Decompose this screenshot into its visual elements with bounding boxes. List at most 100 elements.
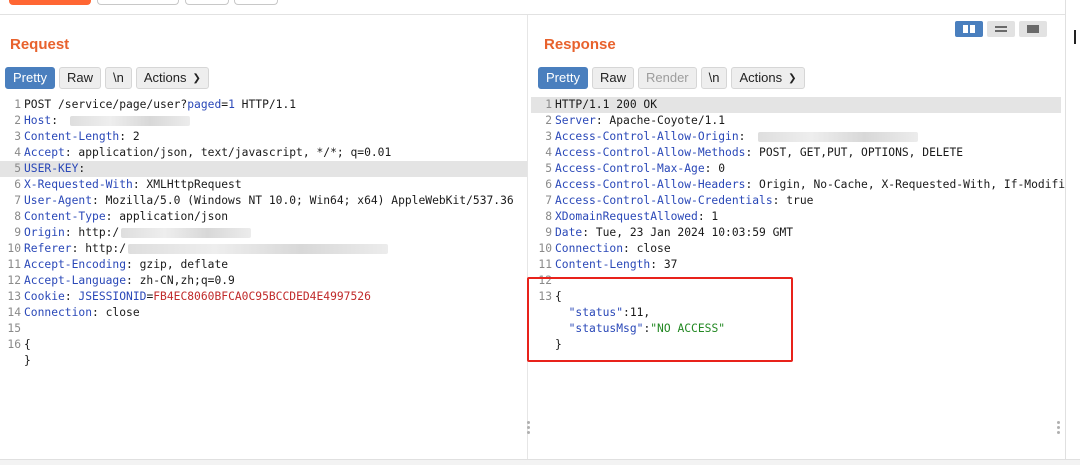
request-tab-raw[interactable]: Raw xyxy=(58,67,101,89)
field-value: : 37 xyxy=(650,258,678,271)
field-key: Host xyxy=(24,114,52,127)
horizontal-view-icon[interactable] xyxy=(987,21,1015,37)
line-number: 5 xyxy=(14,162,21,175)
field-value: : application/json, text/javascript, */*… xyxy=(64,146,392,159)
response-line: 9 Date: Tue, 23 Jan 2024 10:03:59 GMT xyxy=(531,225,1061,241)
field-value: : http:/ xyxy=(64,226,120,239)
line-number: 2 xyxy=(545,114,552,127)
request-editor[interactable]: 1 POST /service/page/user?paged=1 HTTP/1.… xyxy=(0,97,527,369)
line-number: 10 xyxy=(538,242,552,255)
field-value: : 1 xyxy=(697,210,719,223)
field-key: XDomainRequestAllowed xyxy=(555,210,698,223)
line-number: 4 xyxy=(14,146,21,159)
line-number: 1 xyxy=(545,98,552,111)
line-number: 8 xyxy=(545,210,552,223)
line-number: 6 xyxy=(545,178,552,191)
line-number: 6 xyxy=(14,178,21,191)
highlight-box xyxy=(527,277,793,362)
line-number: 11 xyxy=(538,258,552,271)
line-number: 5 xyxy=(545,162,552,175)
response-line: 1 HTTP/1.1 200 OK xyxy=(531,97,1061,113)
redacted-value xyxy=(69,116,190,126)
split-view-icon[interactable] xyxy=(955,21,983,37)
top-tab-strip xyxy=(0,0,1080,15)
field-key: JSESSIONID xyxy=(78,290,147,303)
redacted-value xyxy=(128,244,389,254)
response-title: Response xyxy=(544,36,616,53)
field-value: : zh-CN,zh;q=0.9 xyxy=(126,274,235,287)
field-key: Content-Length xyxy=(24,130,120,143)
request-line: } xyxy=(0,353,527,369)
request-line: 9 Origin: http:/ xyxy=(0,225,527,241)
response-tab-pretty[interactable]: Pretty xyxy=(538,67,588,89)
response-tab-raw[interactable]: Raw xyxy=(591,67,634,89)
request-line: 8 Content-Type: application/json xyxy=(0,209,527,225)
response-actions-dropdown[interactable]: Actions ❯ xyxy=(731,67,805,89)
request-actions-label: Actions xyxy=(143,70,187,85)
response-line: 2 Server: Apache-Coyote/1.1 xyxy=(531,113,1061,129)
field-value: : xyxy=(64,290,79,303)
request-line: 15 xyxy=(0,321,527,337)
request-tab-pretty[interactable]: Pretty xyxy=(5,67,55,89)
line-number: 9 xyxy=(14,226,21,239)
request-line: 16{ xyxy=(0,337,527,353)
line-number: 3 xyxy=(14,130,21,143)
field-key: Connection xyxy=(555,242,624,255)
response-splitter-handle[interactable] xyxy=(1057,421,1061,437)
line-number: 13 xyxy=(7,290,21,303)
request-line: 14 Connection: close xyxy=(0,305,527,321)
field-key: Referer xyxy=(24,242,72,255)
request-tab-newline[interactable]: \n xyxy=(104,67,132,89)
field-key: Access-Control-Max-Age xyxy=(555,162,705,175)
field-value: : 2 xyxy=(119,130,140,143)
field-key: User-Agent xyxy=(24,194,93,207)
field-value: HTTP/1.1 xyxy=(234,98,297,111)
nav-forward-button[interactable] xyxy=(234,0,278,5)
request-toolbar: Pretty Raw \n Actions ❯ xyxy=(5,67,209,89)
response-line: 4 Access-Control-Allow-Methods: POST, GET… xyxy=(531,145,1061,161)
send-button[interactable] xyxy=(9,0,91,5)
response-line: 10 Connection: close xyxy=(531,241,1061,257)
line-number: 15 xyxy=(7,322,21,335)
horizontal-scrollbar[interactable] xyxy=(0,459,1080,465)
nav-back-button[interactable] xyxy=(185,0,229,5)
response-line: 3 Access-Control-Allow-Origin: xyxy=(531,129,1061,145)
field-key: X-Requested-With xyxy=(24,178,133,191)
field-value: : close xyxy=(623,242,671,255)
request-actions-dropdown[interactable]: Actions ❯ xyxy=(135,67,209,89)
field-value: : Tue, 23 Jan 2024 10:03:59 GMT xyxy=(582,226,794,239)
field-value: : http:/ xyxy=(71,242,127,255)
field-value: : xyxy=(738,130,753,143)
field-key: Server xyxy=(555,114,596,127)
request-line: 1 POST /service/page/user?paged=1 HTTP/1.… xyxy=(0,97,527,113)
response-line: 5 Access-Control-Max-Age: 0 xyxy=(531,161,1061,177)
line-number: 7 xyxy=(545,194,552,207)
response-line: 11 Content-Length: 37 xyxy=(531,257,1061,273)
line-number: 3 xyxy=(545,130,552,143)
inspector-sidebar xyxy=(1065,0,1080,464)
field-key: Accept xyxy=(24,146,65,159)
redacted-value xyxy=(758,132,919,142)
field-key: Accept-Encoding xyxy=(24,258,127,271)
field-value: FB4EC8060BFCA0C95BCCDED4E4997526 xyxy=(153,290,371,303)
field-key: USER-KEY xyxy=(24,162,79,175)
field-value: : close xyxy=(92,306,140,319)
field-value: : POST, GET,PUT, OPTIONS, DELETE xyxy=(745,146,964,159)
request-line: 7 User-Agent: Mozilla/5.0 (Windows NT 10.… xyxy=(0,193,527,209)
field-value: paged xyxy=(187,98,222,111)
redacted-value xyxy=(121,228,252,238)
field-key: Content-Length xyxy=(555,258,651,271)
response-tab-newline[interactable]: \n xyxy=(700,67,728,89)
response-tab-render[interactable]: Render xyxy=(637,67,697,89)
cancel-button[interactable] xyxy=(97,0,179,5)
single-view-icon[interactable] xyxy=(1019,21,1047,37)
response-line: 6 Access-Control-Allow-Headers: Origin, N… xyxy=(531,177,1065,193)
field-value: : gzip, deflate xyxy=(126,258,229,271)
field-value: : xyxy=(51,114,65,127)
chevron-down-icon: ❯ xyxy=(788,73,797,84)
response-panel: Response Pretty Raw Render \n Actions ❯ 1… xyxy=(527,15,1065,464)
field-value: : XMLHttpRequest xyxy=(132,178,242,191)
request-panel: Request Pretty Raw \n Actions ❯ 1 POST /se… xyxy=(0,15,530,464)
field-key: Origin xyxy=(24,226,65,239)
request-line: 5 USER-KEY: xyxy=(0,161,527,177)
